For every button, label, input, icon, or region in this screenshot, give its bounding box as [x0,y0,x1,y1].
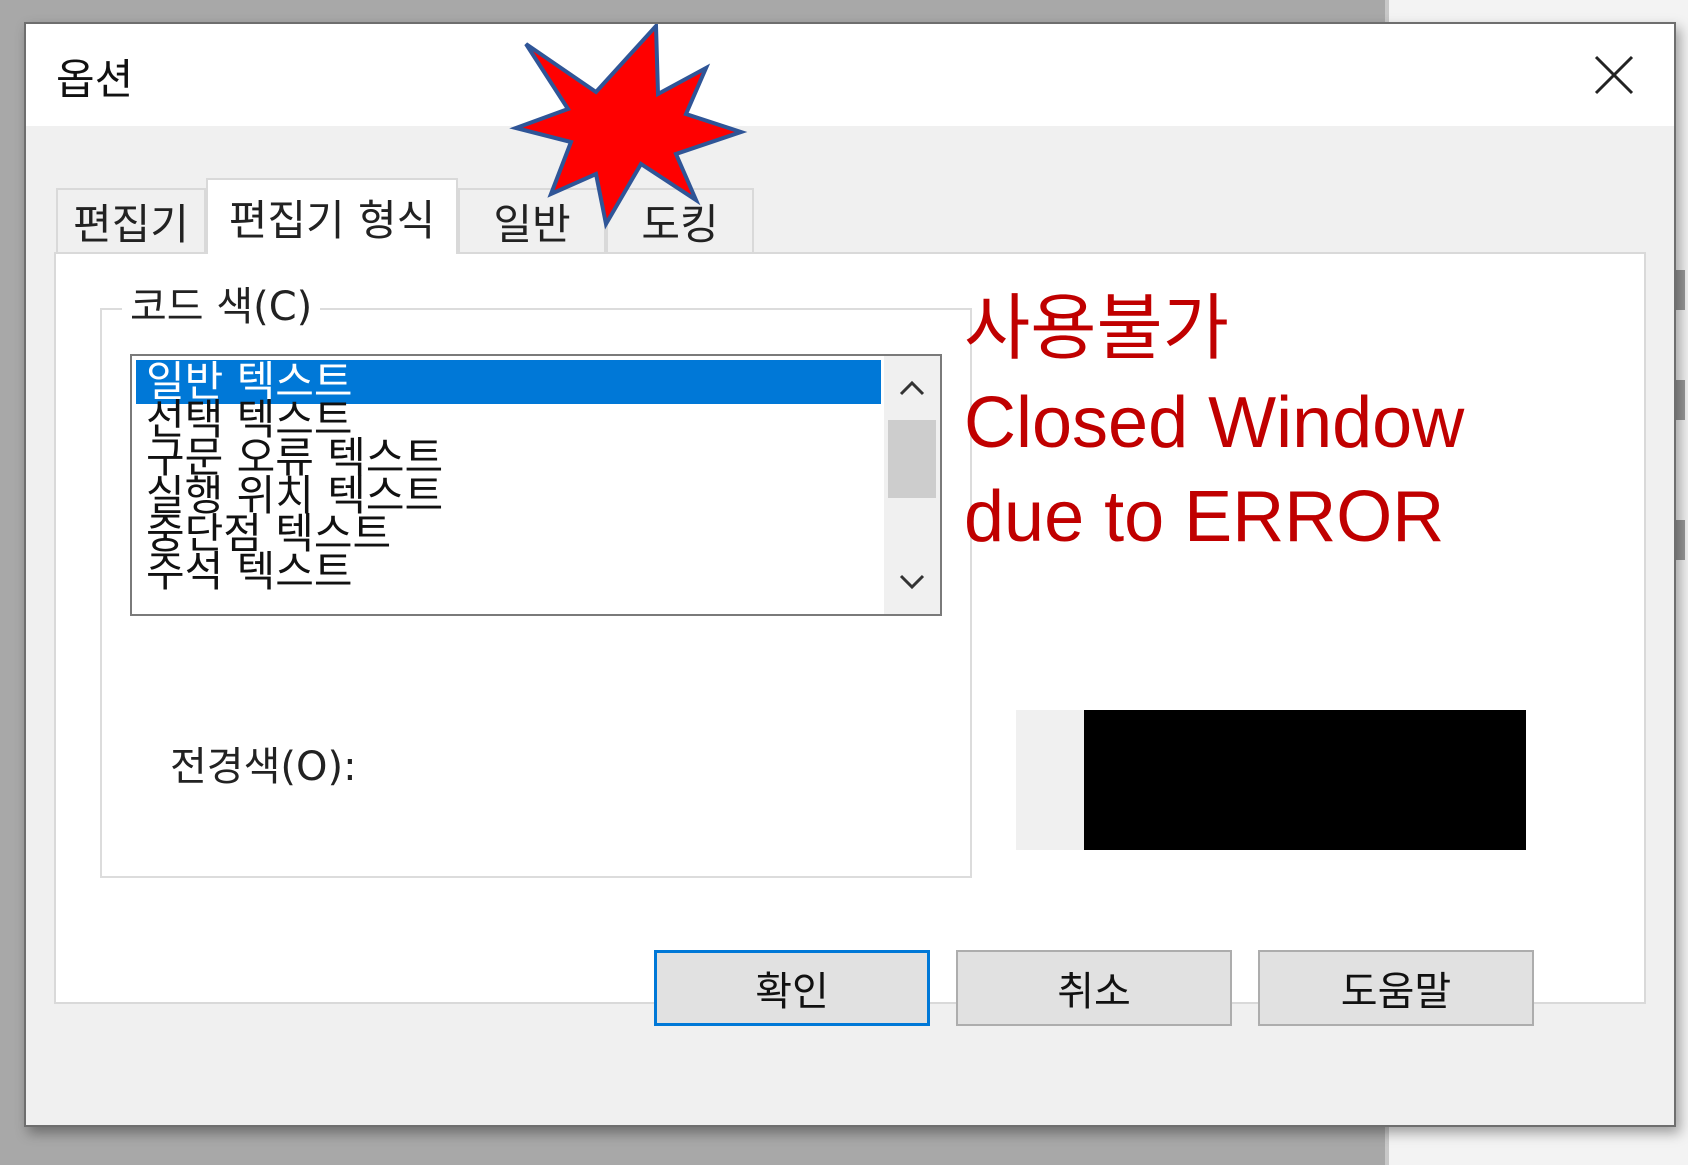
annotation-line: due to ERROR [964,477,1445,557]
foreground-color-picker [1016,710,1526,850]
explosion-burst-icon [509,24,748,230]
foreground-color-swatch[interactable] [1084,710,1526,850]
title-bar: 옵션 [26,24,1674,126]
code-color-listbox[interactable]: 일반 텍스트 선택 텍스트 구문 오류 텍스트 실행 위치 텍스트 중단점 텍스… [130,354,942,616]
tab-editor[interactable]: 편집기 [56,188,206,252]
chevron-down-icon [899,574,925,590]
background-fragment [1675,380,1685,420]
dialog-title: 옵션 [56,55,134,104]
scroll-thumb[interactable] [888,420,936,498]
listbox-scrollbar[interactable] [884,356,940,614]
foreground-color-label: 전경색(O): [170,744,357,790]
help-button[interactable]: 도움말 [1258,950,1534,1026]
code-color-label: 코드 색(C) [122,282,321,332]
background-fragment [1675,270,1685,310]
code-color-group: 코드 색(C) 일반 텍스트 선택 텍스트 구문 오류 텍스트 실행 위치 텍스… [100,282,972,878]
options-dialog: 옵션 편집기 편집기 형식 일반 도킹 코드 색(C) 일반 텍스트 선택 텍스… [24,22,1676,1127]
chevron-up-icon [899,380,925,396]
close-button[interactable] [1554,24,1674,126]
annotation-line: Closed Window [964,383,1465,463]
close-icon [1594,55,1634,95]
scroll-up-button[interactable] [884,360,940,416]
error-annotation: 사용불가 Closed Window due to ERROR [964,282,1464,564]
background-fragment [1675,520,1685,560]
tab-editor-format[interactable]: 편집기 형식 [206,178,458,254]
annotation-line: 사용불가 [964,289,1229,369]
list-item[interactable]: 주석 텍스트 [136,550,881,594]
tab-panel: 코드 색(C) 일반 텍스트 선택 텍스트 구문 오류 텍스트 실행 위치 텍스… [54,252,1646,1004]
scroll-down-button[interactable] [884,554,940,610]
ok-button[interactable]: 확인 [654,950,930,1026]
cancel-button[interactable]: 취소 [956,950,1232,1026]
